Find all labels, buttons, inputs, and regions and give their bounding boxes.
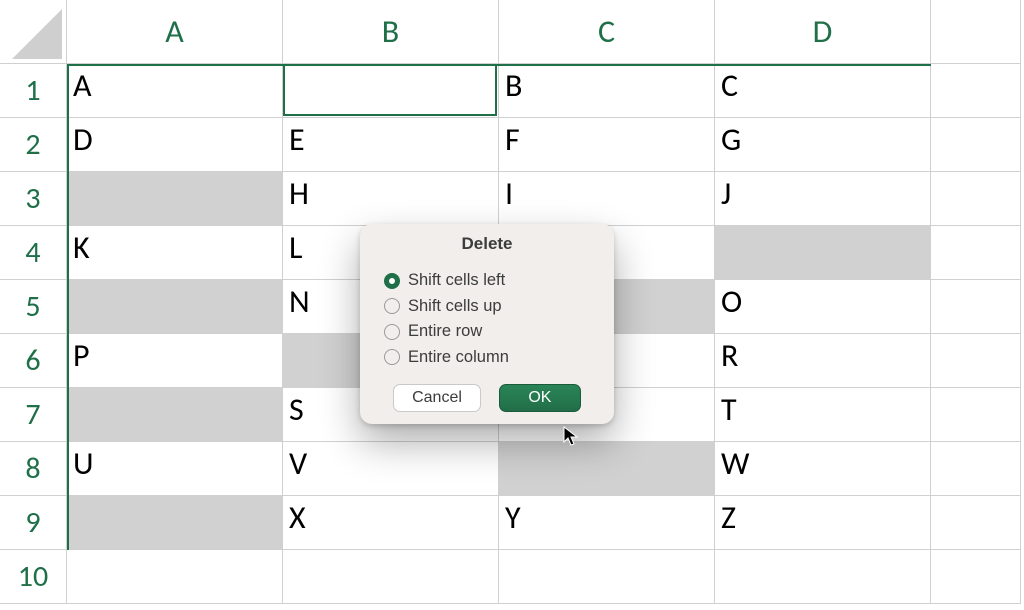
dialog-options: Shift cells leftShift cells upEntire row… [360, 268, 614, 384]
select-all-corner[interactable] [0, 0, 67, 64]
cell[interactable] [931, 496, 1021, 550]
row-header[interactable]: 5 [0, 280, 67, 334]
dialog-option[interactable]: Shift cells left [384, 268, 596, 294]
cell[interactable]: W [715, 442, 931, 496]
cell[interactable] [931, 442, 1021, 496]
cell[interactable] [67, 496, 283, 550]
cell[interactable]: K [67, 226, 283, 280]
dialog-buttons: Cancel OK [360, 384, 614, 412]
cell[interactable]: Z [715, 496, 931, 550]
cell[interactable] [67, 172, 283, 226]
table-row [67, 550, 1021, 604]
column-header[interactable]: C [499, 0, 715, 64]
radio-icon [384, 298, 400, 314]
row-header[interactable]: 8 [0, 442, 67, 496]
column-header[interactable]: A [67, 0, 283, 64]
cell[interactable]: V [283, 442, 499, 496]
cell[interactable]: F [499, 118, 715, 172]
cell[interactable]: A [67, 64, 283, 118]
cell[interactable]: O [715, 280, 931, 334]
cell[interactable] [67, 550, 283, 604]
table-row: A BC [67, 64, 1021, 118]
cell[interactable] [283, 550, 499, 604]
cell[interactable]: H [283, 172, 499, 226]
cell[interactable] [931, 550, 1021, 604]
table-row: XYZ [67, 496, 1021, 550]
row-header[interactable]: 7 [0, 388, 67, 442]
cell[interactable]: P [67, 334, 283, 388]
dialog-option[interactable]: Entire column [384, 345, 596, 371]
select-all-triangle-icon [12, 9, 62, 59]
dialog-option[interactable]: Entire row [384, 319, 596, 345]
ok-button[interactable]: OK [499, 384, 581, 412]
column-header[interactable]: D [715, 0, 931, 64]
cell[interactable]: X [283, 496, 499, 550]
delete-dialog: Delete Shift cells leftShift cells upEnt… [360, 224, 614, 424]
cell[interactable] [931, 64, 1021, 118]
cell[interactable] [931, 226, 1021, 280]
cell[interactable] [499, 442, 715, 496]
spreadsheet: ABCD 12345678910 ABCDEFGHIJKLNOPRSTUVWXY… [0, 0, 1024, 610]
radio-icon [384, 324, 400, 340]
cell[interactable] [67, 388, 283, 442]
cell[interactable] [931, 280, 1021, 334]
dialog-option-label: Shift cells left [408, 268, 505, 294]
table-row: DEFG [67, 118, 1021, 172]
cell[interactable] [67, 280, 283, 334]
row-header[interactable]: 10 [0, 550, 67, 604]
dialog-option-label: Shift cells up [408, 294, 502, 320]
cell[interactable]: G [715, 118, 931, 172]
table-row: HIJ [67, 172, 1021, 226]
cell[interactable]: I [499, 172, 715, 226]
row-header[interactable]: 6 [0, 334, 67, 388]
table-row: UV W [67, 442, 1021, 496]
dialog-option-label: Entire column [408, 345, 509, 371]
row-header[interactable]: 1 [0, 64, 67, 118]
cell[interactable] [499, 550, 715, 604]
column-header[interactable]: B [283, 0, 499, 64]
cell[interactable]: B [499, 64, 715, 118]
cell[interactable] [931, 172, 1021, 226]
cell[interactable] [715, 550, 931, 604]
column-header[interactable] [931, 0, 1021, 64]
cell[interactable] [715, 226, 931, 280]
cancel-button[interactable]: Cancel [393, 384, 481, 412]
cell[interactable] [931, 118, 1021, 172]
cell[interactable] [283, 64, 499, 118]
cell[interactable]: E [283, 118, 499, 172]
column-headers: ABCD [67, 0, 1021, 64]
cell[interactable]: U [67, 442, 283, 496]
cell[interactable]: T [715, 388, 931, 442]
radio-icon [384, 273, 400, 289]
cell[interactable]: J [715, 172, 931, 226]
cell[interactable] [931, 334, 1021, 388]
cell[interactable]: D [67, 118, 283, 172]
row-header[interactable]: 4 [0, 226, 67, 280]
radio-icon [384, 349, 400, 365]
row-headers: 12345678910 [0, 64, 67, 604]
row-header[interactable]: 2 [0, 118, 67, 172]
cell[interactable]: C [715, 64, 931, 118]
row-header[interactable]: 9 [0, 496, 67, 550]
row-header[interactable]: 3 [0, 172, 67, 226]
dialog-option[interactable]: Shift cells up [384, 294, 596, 320]
cell[interactable]: Y [499, 496, 715, 550]
dialog-option-label: Entire row [408, 319, 482, 345]
dialog-title: Delete [360, 234, 614, 268]
cell[interactable] [931, 388, 1021, 442]
cell[interactable]: R [715, 334, 931, 388]
